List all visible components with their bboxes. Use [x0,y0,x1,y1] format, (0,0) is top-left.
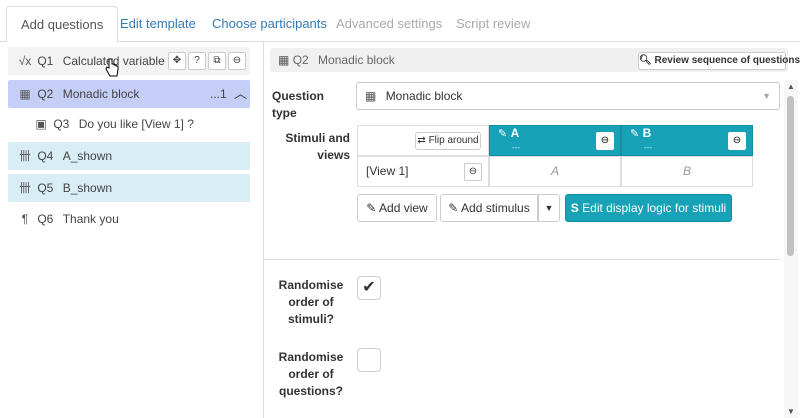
add-stimulus-label: Add stimulus [461,201,530,215]
tab-bar: Add questions Edit template Choose parti… [0,0,800,43]
stimulus-header-b: ✎ B --- ⊖ [621,125,753,156]
move-icon[interactable]: ✥ [168,52,186,70]
question-item-q3[interactable]: ▣ Q3 Do you like [View 1] ? [28,110,250,138]
remove-stimulus-a-icon[interactable]: ⊖ [596,132,614,150]
question-editor: ▦ Q2 Monadic block 🔍︎ Review sequence of… [264,42,800,418]
logic-icon: S [570,201,579,215]
stimuli-table: ⇄ Flip around ✎ A --- ⊖ ✎ B --- ⊖ [View … [357,125,753,187]
caret-down-icon: ▼ [544,203,554,213]
chevron-up-icon[interactable]: ︿ [234,80,247,108]
header-question-number: Q2 [292,53,309,67]
section-divider [264,259,780,260]
help-icon[interactable]: ? [188,52,206,70]
question-number: Q2 [37,87,54,101]
calculated-variable-icon: √x [18,54,32,68]
view-cell-b[interactable]: B [621,156,753,187]
question-type-label: Question type [272,89,325,120]
hand-cursor-icon [105,58,119,77]
stimulus-name: A [510,126,520,140]
question-type-select[interactable]: ▦ Monadic block ▼ [356,82,780,110]
add-stimulus-button[interactable]: ✎ Add stimulus [440,194,538,222]
tab-advanced-settings[interactable]: Advanced settings [322,6,456,42]
paragraph-icon: ¶ [21,212,29,226]
child-count: ...1 [210,87,227,101]
question-item-q6[interactable]: ¶ Q6 Thank you [8,205,250,233]
stimulus-subtitle: --- [644,143,652,152]
grid-icon: ▦ [365,89,377,103]
swap-icon: ⇄ [417,135,426,146]
tab-add-questions[interactable]: Add questions [6,6,119,43]
copy-icon[interactable]: ⧉ [208,52,226,70]
question-item-q2[interactable]: ▦ Q2 Monadic block ...1 ︿ [8,80,250,108]
add-view-button[interactable]: ✎ Add view [357,194,437,222]
tab-choose-participants[interactable]: Choose participants [198,6,341,42]
view-name: [View 1] [366,164,409,178]
syringe-icon: ✎ [366,201,377,215]
view-cell-a[interactable]: A [489,156,621,187]
syringe-icon: ✎ [630,128,640,140]
checkmark-icon: ✔ [362,279,376,296]
question-item-q5[interactable]: 卌 Q5 B_shown [8,174,250,202]
randomise-stimuli-label: Randomise order of stimuli? [278,278,344,326]
remove-icon[interactable]: ⊖ [228,52,246,70]
edit-display-logic-label: Edit display logic for stimuli [582,201,727,215]
scrollbar[interactable]: ▲ ▼ [784,80,798,418]
edit-display-logic-button[interactable]: S Edit display logic for stimuli [565,194,732,222]
tab-script-review[interactable]: Script review [442,6,544,42]
scroll-down-icon[interactable]: ▼ [787,407,795,416]
remove-stimulus-b-icon[interactable]: ⊖ [728,132,746,150]
stimuli-views-label: Stimuli and views [285,131,350,162]
question-list: √x Q1 Calculated variable ✥ ? ⧉ ⊖ ▦ Q2 M… [0,42,264,418]
question-number: Q6 [37,212,54,226]
stimulus-name: B [642,126,652,140]
question-type-value: Monadic block [385,89,463,103]
question-number: Q5 [37,181,54,195]
question-title: Thank you [62,212,119,226]
remove-view-icon[interactable]: ⊖ [464,163,482,181]
add-view-label: Add view [379,201,428,215]
stimulus-subtitle: --- [512,143,520,152]
question-title: Monadic block [62,87,140,101]
tally-icon: 卌 [18,149,31,163]
review-sequence-label: Review sequence of questions [654,55,800,66]
flip-around-label: Flip around [428,135,479,146]
caret-down-icon: ▼ [762,91,771,101]
randomise-questions-checkbox[interactable] [357,348,381,372]
stimulus-header-a: ✎ A --- ⊖ [489,125,621,156]
syringe-icon: ✎ [448,201,459,215]
header-question-title: Monadic block [318,53,395,67]
syringe-icon: ✎ [498,128,508,140]
question-title: B_shown [62,181,113,195]
search-icon: 🔍︎ [639,55,652,66]
question-title: A_shown [62,149,113,163]
flip-around-button[interactable]: ⇄ Flip around [415,132,481,150]
add-stimulus-dropdown[interactable]: ▼ [538,194,560,222]
question-number: Q3 [53,117,70,131]
randomise-questions-label: Randomise order of questions? [278,350,344,398]
scrollbar-thumb[interactable] [787,96,794,256]
tally-icon: 卌 [18,181,31,195]
view-row-header: [View 1] ⊖ [357,156,489,187]
review-sequence-button[interactable]: 🔍︎ Review sequence of questions [638,52,800,70]
question-number: Q4 [37,149,54,163]
question-item-q4[interactable]: 卌 Q4 A_shown [8,142,250,170]
question-title: Do you like [View 1] ? [78,117,194,131]
question-item-q1[interactable]: √x Q1 Calculated variable ✥ ? ⧉ ⊖ [8,47,250,75]
tab-edit-template[interactable]: Edit template [106,6,210,42]
grid-icon: ▦ [19,87,31,101]
scroll-up-icon[interactable]: ▲ [787,82,795,91]
grid-icon: ▦ [278,53,290,67]
question-number: Q1 [37,54,54,68]
matrix-icon: ▣ [35,117,47,131]
randomise-stimuli-checkbox[interactable]: ✔ [357,276,381,300]
